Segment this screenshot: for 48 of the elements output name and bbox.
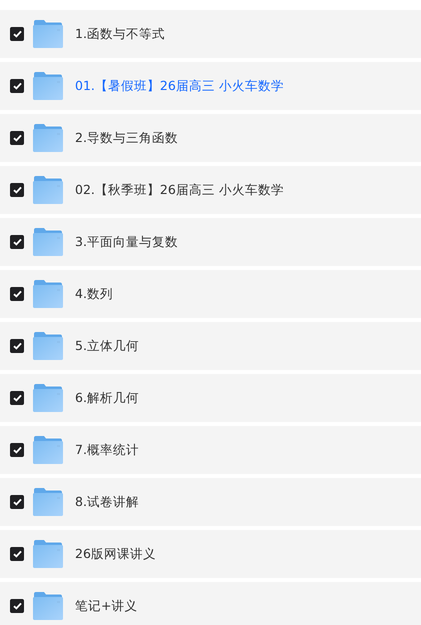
checkbox[interactable] xyxy=(10,27,24,41)
folder-name: 02.【秋季班】26届高三 小火车数学 xyxy=(75,180,284,199)
checkbox[interactable] xyxy=(10,287,24,301)
folder-row[interactable]: 3.平面向量与复数 xyxy=(0,218,421,266)
folder-row[interactable]: 01.【暑假班】26届高三 小火车数学 xyxy=(0,62,421,110)
folder-icon xyxy=(33,540,63,568)
checkbox[interactable] xyxy=(10,339,24,353)
checkbox[interactable] xyxy=(10,547,24,561)
folder-row[interactable]: 笔记+讲义 xyxy=(0,582,421,625)
folder-name: 7.概率统计 xyxy=(75,440,139,459)
folder-icon xyxy=(33,228,63,256)
checkbox[interactable] xyxy=(10,391,24,405)
folder-icon xyxy=(33,72,63,100)
folder-row[interactable]: 26版网课讲义 xyxy=(0,530,421,578)
folder-icon xyxy=(33,280,63,308)
folder-name: 6.解析几何 xyxy=(75,388,139,407)
folder-name: 3.平面向量与复数 xyxy=(75,232,178,251)
checkbox[interactable] xyxy=(10,495,24,509)
folder-row[interactable]: 5.立体几何 xyxy=(0,322,421,370)
folder-name: 8.试卷讲解 xyxy=(75,492,139,511)
folder-name: 26版网课讲义 xyxy=(75,544,156,563)
folder-name: 1.函数与不等式 xyxy=(75,24,165,43)
folder-icon xyxy=(33,176,63,204)
folder-name: 01.【暑假班】26届高三 小火车数学 xyxy=(75,76,284,95)
checkbox[interactable] xyxy=(10,131,24,145)
folder-row[interactable]: 4.数列 xyxy=(0,270,421,318)
folder-icon xyxy=(33,592,63,620)
folder-row[interactable]: 2.导数与三角函数 xyxy=(0,114,421,162)
checkbox[interactable] xyxy=(10,443,24,457)
folder-name: 2.导数与三角函数 xyxy=(75,128,178,147)
folder-row[interactable]: 6.解析几何 xyxy=(0,374,421,422)
checkbox[interactable] xyxy=(10,183,24,197)
folder-icon xyxy=(33,20,63,48)
folder-name: 笔记+讲义 xyxy=(75,596,138,615)
checkbox[interactable] xyxy=(10,235,24,249)
folder-row[interactable]: 7.概率统计 xyxy=(0,426,421,474)
checkbox[interactable] xyxy=(10,79,24,93)
folder-icon xyxy=(33,436,63,464)
folder-icon xyxy=(33,384,63,412)
folder-row[interactable]: 8.试卷讲解 xyxy=(0,478,421,526)
folder-name: 5.立体几何 xyxy=(75,336,139,355)
folder-icon xyxy=(33,488,63,516)
folder-row[interactable]: 1.函数与不等式 xyxy=(0,10,421,58)
checkbox[interactable] xyxy=(10,599,24,613)
folder-icon xyxy=(33,124,63,152)
folder-name: 4.数列 xyxy=(75,284,113,303)
folder-row[interactable]: 02.【秋季班】26届高三 小火车数学 xyxy=(0,166,421,214)
folder-icon xyxy=(33,332,63,360)
